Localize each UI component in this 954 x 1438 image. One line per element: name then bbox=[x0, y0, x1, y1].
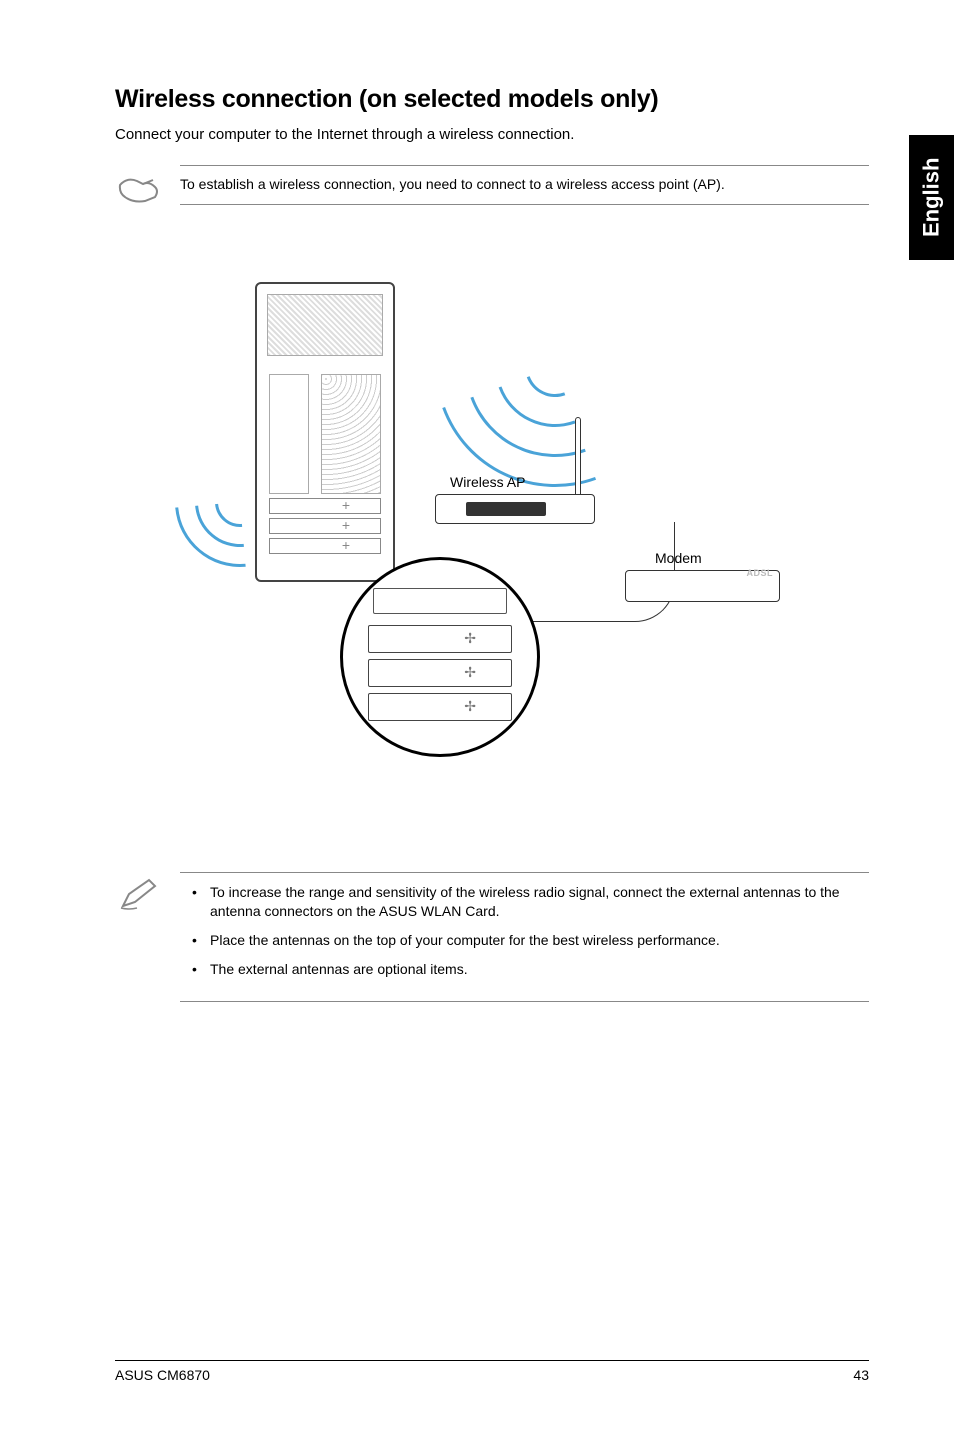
intro-text: Connect your computer to the Internet th… bbox=[115, 126, 869, 143]
language-tab: English bbox=[909, 135, 954, 260]
note1-content: To establish a wireless connection, you … bbox=[180, 165, 869, 205]
note2-list: To increase the range and sensitivity of… bbox=[180, 883, 869, 979]
footer-product: ASUS CM6870 bbox=[115, 1367, 210, 1383]
note-block-2: To increase the range and sensitivity of… bbox=[115, 872, 869, 1002]
note2-item: To increase the range and sensitivity of… bbox=[192, 883, 869, 921]
modem-label: Modem bbox=[655, 550, 702, 566]
note2-item: The external antennas are optional items… bbox=[192, 960, 869, 979]
page-heading: Wireless connection (on selected models … bbox=[115, 85, 869, 114]
wireless-ap-device bbox=[435, 494, 595, 524]
note-block-1: To establish a wireless connection, you … bbox=[115, 165, 869, 212]
note2-content: To increase the range and sensitivity of… bbox=[180, 872, 869, 1002]
pencil-note-icon bbox=[115, 872, 170, 919]
wireless-ap-label: Wireless AP bbox=[450, 474, 525, 490]
hand-point-icon bbox=[115, 165, 170, 212]
modem-device bbox=[625, 570, 780, 602]
wireless-diagram: Wireless AP Modem bbox=[115, 252, 869, 812]
page-footer: ASUS CM6870 43 bbox=[115, 1360, 869, 1383]
note2-item: Place the antennas on the top of your co… bbox=[192, 931, 869, 950]
tower-vent bbox=[321, 374, 381, 494]
footer-page-number: 43 bbox=[853, 1367, 869, 1383]
zoom-detail-circle bbox=[340, 557, 540, 757]
note1-text: To establish a wireless connection, you … bbox=[180, 176, 725, 192]
zoom-port-row bbox=[373, 588, 507, 614]
ap-antenna bbox=[575, 417, 581, 497]
page-container: English Wireless connection (on selected… bbox=[0, 0, 954, 1438]
zoom-slots bbox=[368, 625, 512, 727]
